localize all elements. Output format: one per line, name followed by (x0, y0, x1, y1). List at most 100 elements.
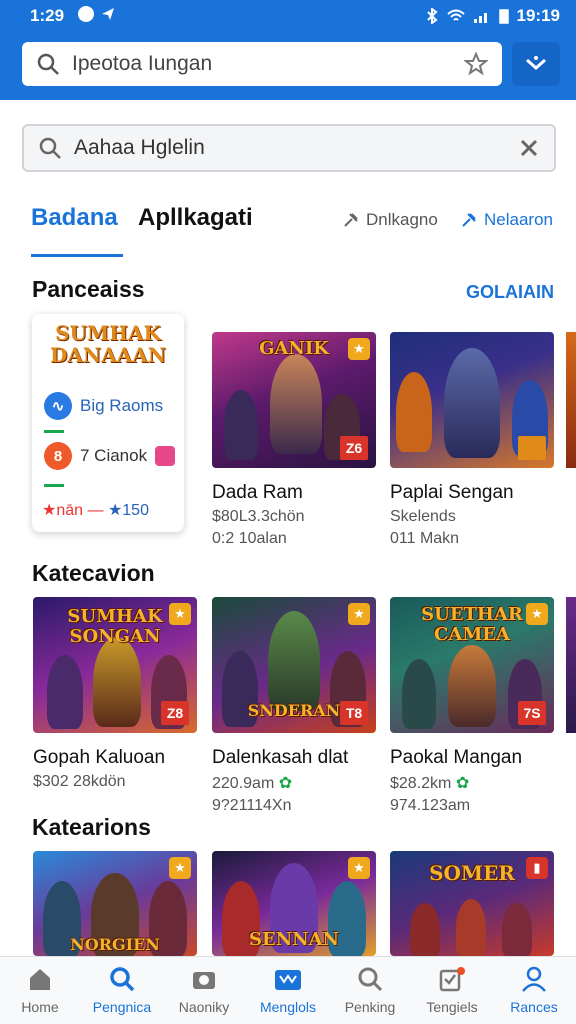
grid-icon (274, 965, 302, 993)
game-card[interactable]: SENNAN ★ (212, 851, 376, 956)
promo-row-cianok[interactable]: 8 7 Cianok (44, 442, 176, 470)
search-icon (108, 965, 136, 993)
status-clock: 19:19 (516, 6, 560, 25)
main-search-placeholder: Ipeotoa Iungan (72, 52, 213, 75)
nav-label: Rances (510, 999, 558, 1015)
game-card-peek[interactable] (566, 332, 576, 468)
chat-icon: ∿ (44, 392, 72, 420)
home-icon (26, 965, 54, 993)
status-left-icons (78, 6, 116, 22)
nav-item-pengnica[interactable]: Pengnica (82, 965, 162, 1015)
tab-link-nelaaron[interactable]: Nelaaron (460, 210, 553, 230)
hero-figure (456, 899, 486, 956)
hero-figure (502, 903, 532, 956)
nav-item-tengiels[interactable]: Tengiels (412, 965, 492, 1015)
search-icon (39, 137, 61, 159)
battery-icon (498, 9, 509, 24)
top-app-bar: 1:29 19:19 Ipeotoa Iungan (0, 0, 576, 100)
game-thumbnail: SENNAN ★ (212, 851, 376, 956)
hero-figure (268, 611, 320, 711)
game-card[interactable]: SUETHAR CAMEA ★ 7S Paokal Mangan $28.2km… (390, 597, 554, 815)
age-rating-badge: Z6 (340, 436, 368, 460)
game-thumbnail: SNDERAN ★ T8 (212, 597, 376, 733)
promo-logo: SUMHAK DANAAAN (50, 321, 166, 367)
game-card[interactable]: Paplai Sengan Skelends 011 Makn (390, 332, 554, 548)
nav-label: Penking (344, 999, 396, 1015)
star-badge-icon: ★ (348, 603, 370, 625)
age-rating-badge (518, 436, 546, 460)
hero-figure (444, 348, 500, 458)
nav-item-naoniky[interactable]: Naoniky (164, 965, 244, 1015)
section-title: Katearions (32, 814, 151, 840)
tab-apllkagati[interactable]: Apllkagati (138, 204, 253, 232)
nav-item-rances[interactable]: Rances (494, 965, 574, 1015)
game-thumbnail (390, 332, 554, 468)
hero-figure (93, 637, 141, 727)
secondary-search-bar[interactable]: Aahaa Hglelin (22, 124, 556, 172)
game-card[interactable]: SUMHAK SONGAN ★ Z8 Gopah Kaluoan $302 28… (33, 597, 197, 795)
game-card-peek[interactable] (566, 597, 576, 733)
dropdown-button[interactable] (512, 42, 560, 86)
camera-icon (190, 965, 218, 993)
game-title: Dada Ram (212, 482, 303, 503)
tab-link-dnlkagno[interactable]: Dnlkagno (342, 210, 438, 230)
close-icon[interactable] (518, 137, 540, 159)
signal-icon (473, 13, 487, 23)
verified-icon: ✿ (278, 775, 293, 792)
game-price-text: $28.2km (390, 775, 452, 792)
promo-divider (44, 484, 64, 487)
game-price: 220.9am ✿ (212, 773, 376, 793)
game-meta: 011 Makn (390, 530, 460, 547)
star-badge-icon: ★ (526, 603, 548, 625)
tab-bar: Badana Apllkagati Dnlkagno Nelaaron (0, 196, 576, 260)
chevron-down-icon (526, 56, 546, 71)
hero-figure (47, 655, 83, 729)
tab-badana[interactable]: Badana (31, 204, 118, 232)
hero-figure (448, 645, 496, 727)
game-card[interactable]: SNDERAN ★ T8 Dalenkasah dlat 220.9am ✿ 9… (212, 597, 376, 815)
nav-label: Menglols (259, 999, 317, 1015)
game-thumbnail: GANIK ★ Z6 (212, 332, 376, 468)
age-rating-badge: Z8 (161, 701, 189, 725)
game-thumbnail: NORGIEN ★ (33, 851, 197, 956)
game-banner: NORGIEN (70, 935, 160, 954)
hero-figure (410, 903, 440, 956)
game-title: Gopah Kaluoan (33, 747, 166, 768)
promo-row-label: Big Raoms (80, 396, 164, 415)
game-card[interactable]: GANIK ★ Z6 Dada Ram $80L3.3chön 0:2 10al… (212, 332, 376, 548)
game-thumbnail: SUETHAR CAMEA ★ 7S (390, 597, 554, 733)
tab-link-label: Nelaaron (484, 210, 553, 229)
send-icon (102, 8, 114, 20)
notification-icon (78, 6, 94, 22)
main-search-bar[interactable]: Ipeotoa Iungan (22, 42, 502, 86)
game-price: $28.2km ✿ (390, 773, 554, 793)
heart-icon (155, 446, 176, 466)
game-thumbnail: SOMER ▮ (390, 851, 554, 956)
game-price: $80L3.3chön (212, 508, 305, 525)
promo-row-rooms[interactable]: ∿ Big Raoms (44, 392, 163, 420)
promo-card[interactable]: SUMHAK DANAAAN ∿ Big Raoms 8 7 Cianok ★n… (32, 314, 184, 532)
status-time: 1:29 (30, 6, 65, 25)
game-title: Dalenkasah dlat (212, 747, 349, 768)
game-card[interactable]: SOMER ▮ (390, 851, 554, 956)
search-icon (37, 53, 59, 75)
age-rating-badge: 7S (518, 701, 546, 725)
game-thumbnail: SUMHAK SONGAN ★ Z8 (33, 597, 197, 733)
nav-item-home[interactable]: Home (0, 965, 80, 1015)
status-bar: 1:29 19:19 (0, 0, 576, 32)
coin-icon: 8 (44, 442, 72, 470)
game-title: Paplai Sengan (390, 482, 514, 503)
game-card[interactable]: NORGIEN ★ (33, 851, 197, 956)
bottom-navigation: Home Pengnica Naoniky Menglols Penking T… (0, 956, 576, 1024)
section-see-all-link[interactable]: GOLAIAIN (466, 282, 554, 303)
hero-figure (402, 659, 436, 729)
game-meta: 9?21114Xn (212, 797, 292, 814)
nav-item-penking[interactable]: Penking (330, 965, 410, 1015)
promo-divider (44, 430, 64, 433)
nav-label: Pengnica (92, 999, 152, 1015)
promo-row-label: 7 Cianok (80, 446, 148, 465)
favorite-icon[interactable] (464, 52, 488, 76)
pin-icon (462, 213, 476, 227)
nav-item-menglols[interactable]: Menglols (248, 965, 328, 1015)
nav-label: Tengiels (426, 999, 478, 1015)
